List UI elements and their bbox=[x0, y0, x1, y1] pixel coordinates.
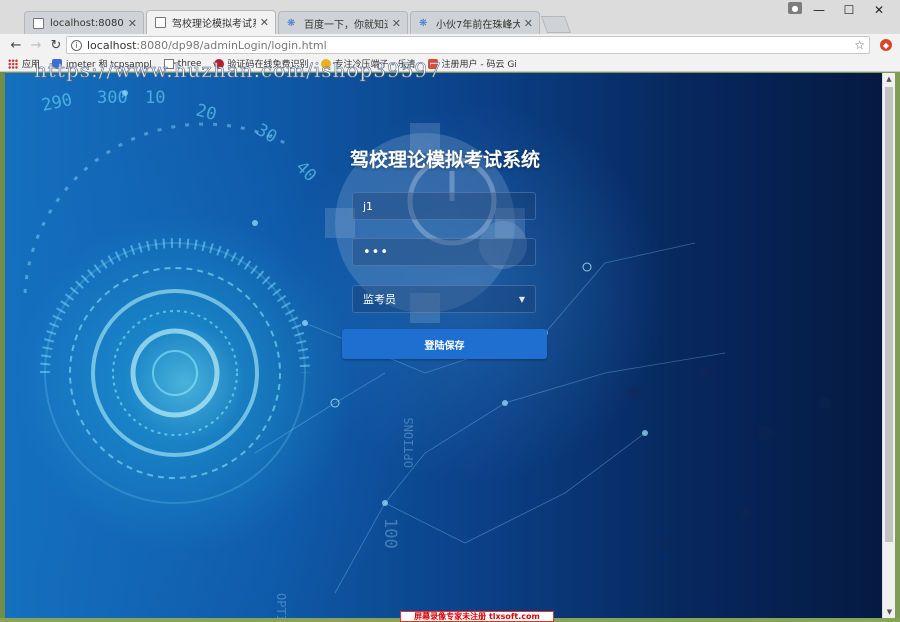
bg-number: 10 bbox=[145, 88, 165, 108]
reload-icon[interactable]: ↻ bbox=[46, 35, 66, 55]
bg-number: 30 bbox=[253, 120, 281, 148]
page-scrollbar[interactable]: ▲ ▼ bbox=[882, 73, 895, 618]
address-bar[interactable]: i localhost:8080/dp98/adminLogin/login.h… bbox=[66, 36, 870, 54]
page-icon bbox=[155, 17, 166, 28]
info-icon[interactable]: i bbox=[71, 39, 82, 51]
tab-strip: localhost:8080/webtou ✕ 驾校理论模拟考试系统 ✕ ❋ 百… bbox=[0, 0, 900, 34]
password-input[interactable]: ••• bbox=[352, 238, 536, 266]
window-controls: — ☐ ✕ bbox=[804, 0, 894, 20]
forward-arrow-icon[interactable]: → bbox=[26, 35, 46, 55]
url-path: :8080/dp98/adminLogin/login.html bbox=[136, 38, 327, 52]
bg-number: 290 bbox=[40, 90, 74, 116]
close-icon[interactable]: ✕ bbox=[524, 17, 533, 30]
bg-number: 300 bbox=[97, 88, 128, 108]
bokeh-dots bbox=[628, 367, 831, 548]
page-title: 驾校理论模拟考试系统 bbox=[349, 149, 540, 171]
bg-number: 20 bbox=[194, 101, 219, 126]
maximize-icon[interactable]: ☐ bbox=[834, 0, 864, 20]
close-icon[interactable]: ✕ bbox=[260, 16, 269, 29]
bg-number: 100 bbox=[380, 518, 400, 549]
role-select[interactable]: 监考员 ▼ bbox=[352, 285, 536, 313]
chevron-down-icon: ▼ bbox=[518, 294, 525, 304]
baidu-paw-icon: ❋ bbox=[419, 17, 428, 29]
desktop-edge-right bbox=[895, 72, 900, 622]
tab-news[interactable]: ❋ 小伙7年前在珠峰大本营 ✕ bbox=[410, 11, 540, 34]
tab-localhost-webtou[interactable]: localhost:8080/webtou ✕ bbox=[24, 11, 144, 34]
bg-number: OPTION 1 bbox=[274, 593, 288, 618]
recorder-banner: 屏幕录像专家未注册 tlxsoft.com bbox=[400, 611, 554, 622]
close-window-icon[interactable]: ✕ bbox=[864, 0, 894, 20]
bg-number: OPTIONS bbox=[402, 417, 416, 468]
bookmark-star-icon[interactable]: ☆ bbox=[854, 38, 865, 52]
tab-driving-exam[interactable]: 驾校理论模拟考试系统 ✕ bbox=[146, 10, 276, 34]
baidu-paw-icon: ❋ bbox=[287, 17, 296, 29]
password-value: ••• bbox=[363, 244, 390, 260]
tab-title: 小伙7年前在珠峰大本营 bbox=[436, 19, 520, 31]
back-arrow-icon[interactable]: ← bbox=[6, 35, 26, 55]
url-host: localhost bbox=[87, 38, 137, 52]
option-labels: OPTIONS 100 OPTION 1 bbox=[274, 417, 416, 618]
watermark-text: https://www.huzhan.com/ishop39597 bbox=[34, 58, 442, 83]
minimize-icon[interactable]: — bbox=[804, 0, 834, 20]
extension-icon[interactable]: ◆ bbox=[880, 39, 892, 51]
page-icon bbox=[33, 17, 44, 29]
bookmark-label: 注册用户 - 码云 Gi bbox=[441, 60, 517, 70]
username-input[interactable]: j1 bbox=[352, 192, 536, 220]
login-page: 290 300 10 20 30 40 OPTIONS 100 OPTION 1… bbox=[5, 73, 882, 618]
profile-icon[interactable]: ● bbox=[788, 2, 802, 14]
close-icon[interactable]: ✕ bbox=[392, 17, 401, 30]
apps-icon bbox=[8, 58, 18, 69]
browser-toolbar: ← → ↻ i localhost:8080/dp98/adminLogin/l… bbox=[0, 34, 900, 56]
close-icon[interactable]: ✕ bbox=[128, 17, 137, 30]
scrollbar-thumb[interactable] bbox=[885, 87, 893, 542]
url-text: localhost:8080/dp98/adminLogin/login.htm… bbox=[87, 39, 854, 52]
dial-graphic bbox=[23, 122, 310, 504]
username-value: j1 bbox=[363, 199, 374, 213]
tab-title: localhost:8080/webtou bbox=[50, 17, 124, 29]
login-button[interactable]: 登陆保存 bbox=[342, 329, 547, 359]
new-tab-button[interactable] bbox=[540, 16, 572, 33]
tab-title: 驾校理论模拟考试系统 bbox=[172, 19, 256, 30]
scroll-up-icon[interactable]: ▲ bbox=[883, 73, 895, 85]
scroll-down-icon[interactable]: ▼ bbox=[883, 606, 896, 618]
tab-baidu[interactable]: ❋ 百度一下，你就知道 ✕ bbox=[278, 11, 408, 34]
role-selected-value: 监考员 bbox=[363, 293, 396, 306]
tab-title: 百度一下，你就知道 bbox=[304, 19, 388, 31]
